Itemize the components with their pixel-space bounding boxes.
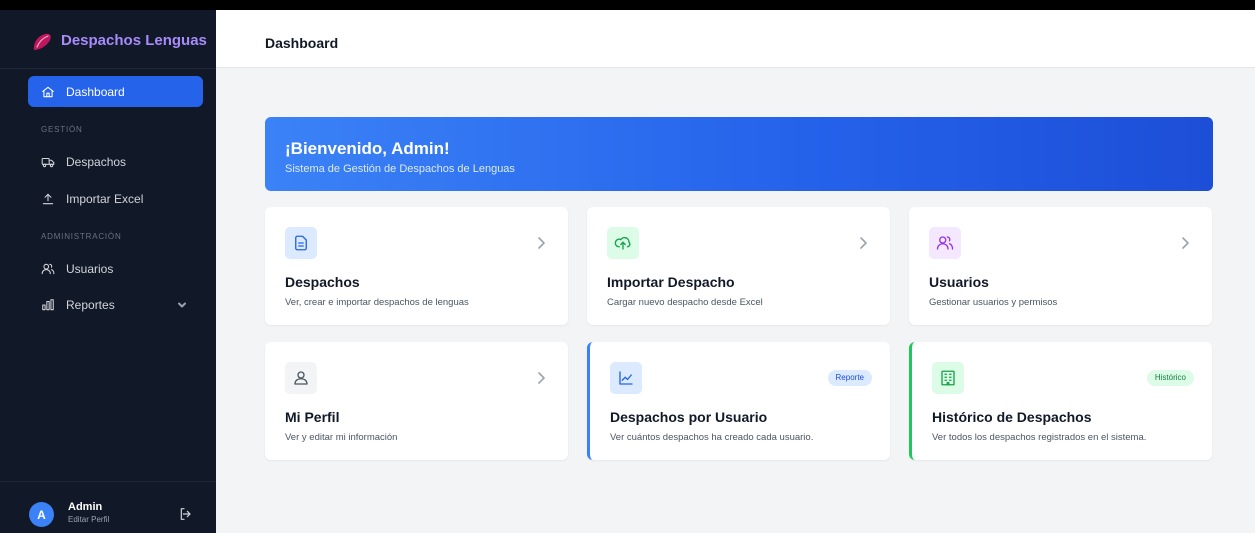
sidebar-section-gestion: GESTIÓN bbox=[41, 125, 83, 134]
sidebar-item-label: Dashboard bbox=[66, 84, 125, 99]
brand-name: Despachos Lenguas bbox=[61, 32, 207, 49]
sidebar-item-label: Importar Excel bbox=[66, 191, 144, 206]
app-window: Despachos Lenguas Dashboard GESTIÓN Desp… bbox=[0, 10, 1255, 533]
edit-profile-link[interactable]: Editar Perfil bbox=[68, 515, 109, 524]
upload-icon bbox=[41, 192, 55, 206]
sidebar-item-reportes[interactable]: Reportes bbox=[28, 289, 203, 320]
user-profile[interactable]: A Admin Editar Perfil bbox=[0, 481, 216, 533]
sidebar-item-label: Usuarios bbox=[66, 261, 114, 276]
welcome-banner: ¡Bienvenido, Admin! Sistema de Gestión d… bbox=[265, 117, 1213, 191]
sidebar-item-usuarios[interactable]: Usuarios bbox=[28, 253, 203, 284]
tongue-logo-icon bbox=[33, 33, 51, 50]
card-despachos[interactable]: Despachos Ver, crear e importar despacho… bbox=[265, 207, 568, 325]
home-icon bbox=[41, 85, 55, 99]
chevron-right-icon bbox=[858, 236, 868, 250]
main-content: Dashboard ¡Bienvenido, Admin! Sistema de… bbox=[216, 10, 1255, 533]
card-usuarios[interactable]: Usuarios Gestionar usuarios y permisos bbox=[909, 207, 1212, 325]
card-description: Ver todos los despachos registrados en e… bbox=[932, 432, 1147, 443]
avatar[interactable]: A bbox=[29, 502, 54, 527]
card-title: Despachos bbox=[285, 274, 360, 290]
card-despachos-por-usuario[interactable]: Reporte Despachos por Usuario Ver cuánto… bbox=[587, 342, 890, 460]
document-icon bbox=[285, 227, 317, 259]
sidebar-section-administracion: ADMINISTRACIÓN bbox=[41, 232, 122, 241]
sidebar-item-label: Reportes bbox=[66, 297, 115, 312]
card-title: Despachos por Usuario bbox=[610, 409, 768, 425]
building-icon bbox=[932, 362, 964, 394]
welcome-subtitle: Sistema de Gestión de Despachos de Lengu… bbox=[285, 163, 515, 175]
card-title: Importar Despacho bbox=[607, 274, 735, 290]
sidebar-item-dashboard[interactable]: Dashboard bbox=[28, 76, 203, 107]
card-description: Gestionar usuarios y permisos bbox=[929, 297, 1058, 308]
sidebar-item-despachos[interactable]: Despachos bbox=[28, 146, 203, 177]
report-badge: Reporte bbox=[827, 370, 872, 386]
truck-icon bbox=[41, 155, 55, 169]
card-mi-perfil[interactable]: Mi Perfil Ver y editar mi información bbox=[265, 342, 568, 460]
logout-icon[interactable] bbox=[178, 506, 194, 522]
sidebar-item-importar-excel[interactable]: Importar Excel bbox=[28, 183, 203, 214]
page-title: Dashboard bbox=[265, 35, 339, 51]
sidebar-item-label: Despachos bbox=[66, 154, 127, 169]
card-description: Ver y editar mi información bbox=[285, 432, 398, 443]
welcome-title: ¡Bienvenido, Admin! bbox=[285, 139, 450, 158]
line-chart-icon bbox=[610, 362, 642, 394]
bar-chart-icon bbox=[41, 298, 55, 312]
topbar: Dashboard bbox=[216, 10, 1255, 68]
sidebar: Despachos Lenguas Dashboard GESTIÓN Desp… bbox=[0, 10, 216, 533]
cloud-upload-icon bbox=[607, 227, 639, 259]
users-icon bbox=[41, 262, 55, 276]
card-importar-despacho[interactable]: Importar Despacho Cargar nuevo despacho … bbox=[587, 207, 890, 325]
chevron-right-icon bbox=[536, 236, 546, 250]
card-title: Usuarios bbox=[929, 274, 989, 290]
user-icon bbox=[285, 362, 317, 394]
card-title: Mi Perfil bbox=[285, 409, 340, 425]
chevron-right-icon bbox=[536, 371, 546, 385]
card-description: Ver, crear e importar despachos de lengu… bbox=[285, 297, 469, 308]
card-description: Cargar nuevo despacho desde Excel bbox=[607, 297, 763, 308]
user-name: Admin bbox=[68, 501, 103, 513]
card-title: Histórico de Despachos bbox=[932, 409, 1092, 425]
card-historico-despachos[interactable]: Histórico Histórico de Despachos Ver tod… bbox=[909, 342, 1212, 460]
brand[interactable]: Despachos Lenguas bbox=[0, 10, 216, 69]
users-icon bbox=[929, 227, 961, 259]
chevron-right-icon bbox=[1180, 236, 1190, 250]
chevron-down-icon[interactable] bbox=[177, 299, 187, 309]
card-description: Ver cuántos despachos ha creado cada usu… bbox=[610, 432, 814, 443]
historical-badge: Histórico bbox=[1146, 370, 1194, 386]
